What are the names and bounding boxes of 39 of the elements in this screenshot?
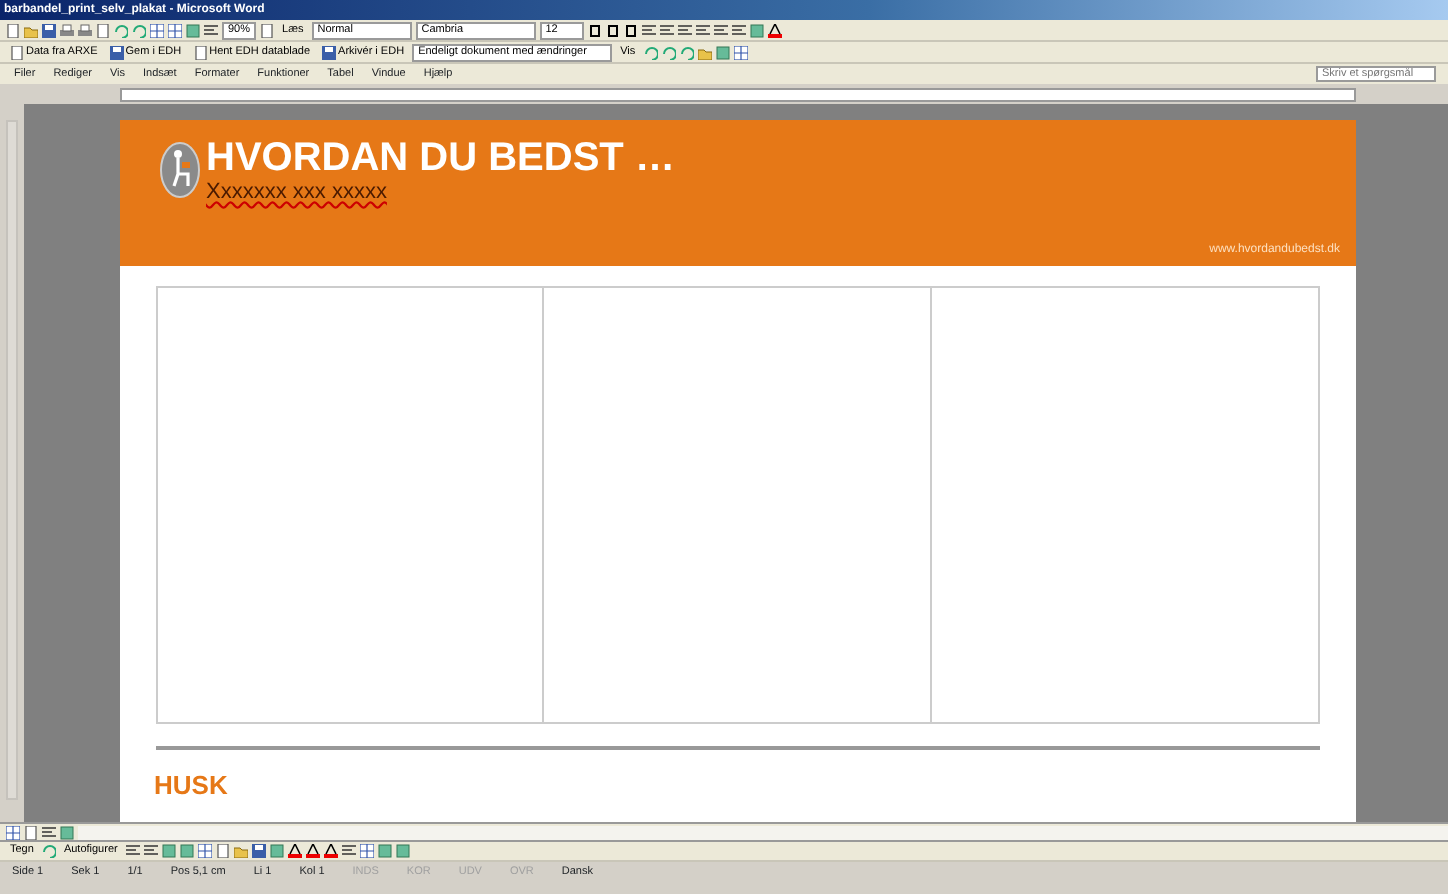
folder-icon[interactable] (233, 844, 248, 858)
square-icon[interactable] (179, 844, 194, 858)
poster-title: HVORDAN DU BEDST … (206, 136, 675, 180)
lines-icon[interactable] (42, 825, 56, 839)
lines-icon[interactable] (659, 23, 674, 37)
save-icon[interactable] (109, 45, 124, 59)
save-icon[interactable] (251, 844, 266, 858)
document-icon[interactable] (215, 844, 230, 858)
text-color-icon[interactable] (305, 844, 320, 858)
poster-subtitle: Xxxxxxx xxx xxxxx (206, 180, 389, 204)
lines-icon[interactable] (731, 23, 746, 37)
square-icon[interactable] (60, 825, 74, 839)
text-color-icon[interactable] (767, 23, 782, 37)
lines-icon[interactable] (641, 23, 656, 37)
table-icon[interactable] (168, 23, 182, 37)
lines-icon[interactable] (204, 23, 218, 37)
square-icon[interactable] (186, 23, 200, 37)
lines-icon[interactable] (713, 23, 728, 37)
table-icon[interactable] (733, 45, 748, 59)
lines-icon[interactable] (341, 844, 356, 858)
squatting-figure-icon (160, 142, 200, 198)
text-color-icon[interactable] (287, 844, 302, 858)
table-icon[interactable] (359, 844, 374, 858)
horizontal-scrollbar[interactable] (78, 825, 1448, 839)
section-heading: HUSK (152, 768, 230, 804)
lines-icon[interactable] (143, 844, 158, 858)
save-icon[interactable] (42, 23, 56, 37)
lines-icon[interactable] (677, 23, 692, 37)
text-color-icon[interactable] (323, 844, 338, 858)
square-icon[interactable] (715, 45, 730, 59)
lines-icon[interactable] (125, 844, 140, 858)
save-icon[interactable] (322, 45, 337, 59)
table-icon[interactable] (6, 825, 20, 839)
lines-icon[interactable] (695, 23, 710, 37)
square-icon[interactable] (161, 844, 176, 858)
square-icon[interactable] (377, 844, 392, 858)
table-icon[interactable] (197, 844, 212, 858)
square-icon[interactable] (395, 844, 410, 858)
table-icon[interactable] (150, 23, 164, 37)
